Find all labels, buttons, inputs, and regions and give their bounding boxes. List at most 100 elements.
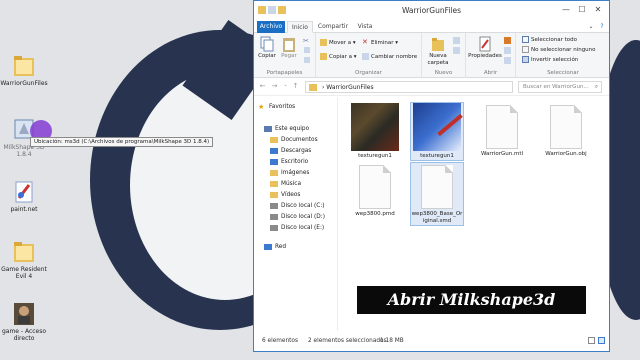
ribbon-expand-icon[interactable]: ⌄ — [587, 21, 595, 33]
rename-icon — [362, 53, 369, 60]
maximize-button[interactable]: ☐ — [575, 3, 589, 16]
rename-button[interactable]: Cambiar nombre — [362, 53, 417, 61]
item-count: 6 elementos — [262, 338, 299, 344]
new-folder-button[interactable]: Nueva carpeta — [425, 36, 451, 67]
file-name: WarriorGun.obj — [545, 151, 587, 157]
nav-label: Documentos — [281, 137, 318, 143]
tab-vista[interactable]: Vista — [354, 21, 376, 33]
paint-thumbnail — [413, 103, 463, 151]
nav-item-descargas[interactable]: Descargas — [270, 147, 311, 155]
paste-button[interactable]: Pegar — [280, 36, 298, 60]
properties-button[interactable]: Propiedades — [468, 36, 502, 60]
invert-selection-button[interactable]: Invertir selección — [522, 56, 578, 64]
search-placeholder: Buscar en WarriorGun... — [523, 84, 589, 90]
nav-item-musica[interactable]: Música — [270, 180, 301, 188]
file-name: wep3800_Base_Original.smd — [411, 211, 463, 224]
copy-button[interactable]: Copiar — [258, 36, 276, 60]
file-item[interactable]: texturegun1 — [348, 103, 402, 160]
videos-icon — [270, 191, 278, 198]
drive-icon — [270, 202, 278, 209]
select-all-icon — [522, 36, 529, 43]
copy-to-icon — [320, 53, 327, 60]
nav-label: Música — [281, 181, 302, 187]
nav-label: Escritorio — [281, 159, 309, 165]
group-nuevo: Nueva carpeta Nuevo — [422, 33, 466, 78]
nav-item-escritorio[interactable]: Escritorio — [270, 158, 308, 166]
group-label: Seleccionar — [547, 70, 579, 76]
nav-item-videos[interactable]: Vídeos — [270, 191, 300, 199]
invert-selection-label: Invertir selección — [531, 57, 579, 63]
edit-icon[interactable] — [504, 47, 511, 54]
computer-icon — [264, 125, 272, 132]
status-bar: 6 elementos 2 elementos seleccionados 1.… — [254, 331, 609, 351]
move-label: Mover a ▾ — [329, 40, 356, 46]
copy-to-button[interactable]: Copiar a ▾ — [320, 53, 356, 61]
paste-label: Pegar — [281, 53, 297, 59]
nav-network[interactable]: Red — [264, 243, 286, 251]
desktop-icon-paintnet[interactable]: paint.net — [0, 180, 48, 213]
select-none-label: No seleccionar ninguno — [531, 47, 596, 53]
tab-inicio[interactable]: Inicio — [287, 21, 313, 33]
document-icon — [421, 165, 453, 209]
ribbon-tabs: Archivo Inicio Compartir Vista ⌄ ? — [254, 21, 609, 33]
nav-item-imagenes[interactable]: Imágenes — [270, 169, 309, 177]
folder-icon — [13, 54, 35, 78]
paste-shortcut-icon[interactable] — [304, 57, 310, 63]
new-item-icon[interactable] — [453, 37, 460, 44]
nav-label: Red — [275, 244, 287, 250]
file-item[interactable]: WarriorGun.obj — [539, 103, 593, 158]
open-icon[interactable] — [504, 37, 511, 44]
nav-label: Disco local (D:) — [281, 214, 325, 220]
folder-icon — [309, 84, 317, 91]
minimize-button[interactable]: — — [559, 3, 573, 16]
nav-label: Favoritos — [269, 104, 296, 110]
nav-favorites[interactable]: ★ Favoritos — [258, 103, 295, 111]
group-organizar: Mover a ▾ Copiar a ▾ ✕ Eliminar ▾ Cambiar… — [316, 33, 422, 78]
title-bar[interactable]: WarriorGunFiles — ☐ ✕ — [254, 1, 609, 21]
nav-item-documentos[interactable]: Documentos — [270, 136, 318, 144]
search-input[interactable]: Buscar en WarriorGun... ⌕ — [518, 81, 602, 93]
large-icons-view-icon[interactable] — [598, 337, 605, 344]
nav-item-disco-e[interactable]: Disco local (E:) — [270, 224, 324, 232]
nav-item-disco-d[interactable]: Disco local (D:) — [270, 213, 325, 221]
delete-button[interactable]: ✕ Eliminar ▾ — [362, 39, 398, 47]
help-icon[interactable]: ? — [598, 21, 606, 33]
brush-icon — [437, 113, 463, 137]
group-label: Abrir — [483, 70, 498, 76]
path-input[interactable]: › WarriorGunFiles — [305, 81, 513, 93]
file-item[interactable]: wep3800.pmd — [348, 163, 402, 218]
close-button[interactable]: ✕ — [591, 3, 605, 16]
group-label: Nuevo — [434, 70, 453, 76]
details-view-icon[interactable] — [588, 337, 595, 344]
forward-button[interactable]: → — [270, 82, 279, 90]
history-icon[interactable] — [504, 57, 511, 64]
file-item[interactable]: wep3800_Base_Original.smd — [410, 162, 464, 226]
select-none-icon — [522, 46, 529, 53]
rename-label: Cambiar nombre — [371, 54, 418, 60]
tab-compartir[interactable]: Compartir — [316, 21, 350, 33]
recent-dropdown-icon[interactable]: ⌄ — [281, 82, 290, 88]
navigation-pane: ★ Favoritos Este equipo Documentos Descar… — [254, 97, 338, 333]
desktop-icon-warriorgunfiles[interactable]: WarriorGunFiles — [0, 54, 48, 87]
nav-item-disco-c[interactable]: Disco local (C:) — [270, 202, 325, 210]
select-all-button[interactable]: Seleccionar todo — [522, 36, 577, 44]
desktop-icon-game-shortcut[interactable]: game - Acceso directo — [0, 302, 48, 342]
cut-icon[interactable]: ✂ — [303, 37, 309, 45]
selection-count: 2 elementos seleccionados — [308, 338, 387, 344]
tab-archivo[interactable]: Archivo — [257, 21, 285, 33]
easy-access-icon[interactable] — [453, 47, 460, 54]
document-icon — [486, 105, 518, 149]
desktop-tooltip: Ubicación: ms3d (C:\Archivos de programa… — [30, 137, 214, 147]
texture-thumbnail — [351, 103, 399, 151]
file-item[interactable]: texturegun1 — [410, 102, 464, 161]
file-item[interactable]: WarriorGun.mtl — [475, 103, 529, 158]
delete-label: Eliminar ▾ — [371, 40, 399, 46]
nav-this-pc[interactable]: Este equipo — [264, 125, 309, 133]
select-none-button[interactable]: No seleccionar ninguno — [522, 46, 596, 54]
move-to-button[interactable]: Mover a ▾ — [320, 39, 356, 47]
copy-path-icon[interactable] — [304, 47, 310, 53]
back-button[interactable]: ← — [258, 82, 267, 90]
desktop-icon-resident-evil[interactable]: Game Resident Evil 4 — [0, 240, 48, 280]
desktop-icon-label: Game Resident Evil 4 — [1, 266, 47, 280]
up-button[interactable]: ↑ — [291, 82, 300, 90]
